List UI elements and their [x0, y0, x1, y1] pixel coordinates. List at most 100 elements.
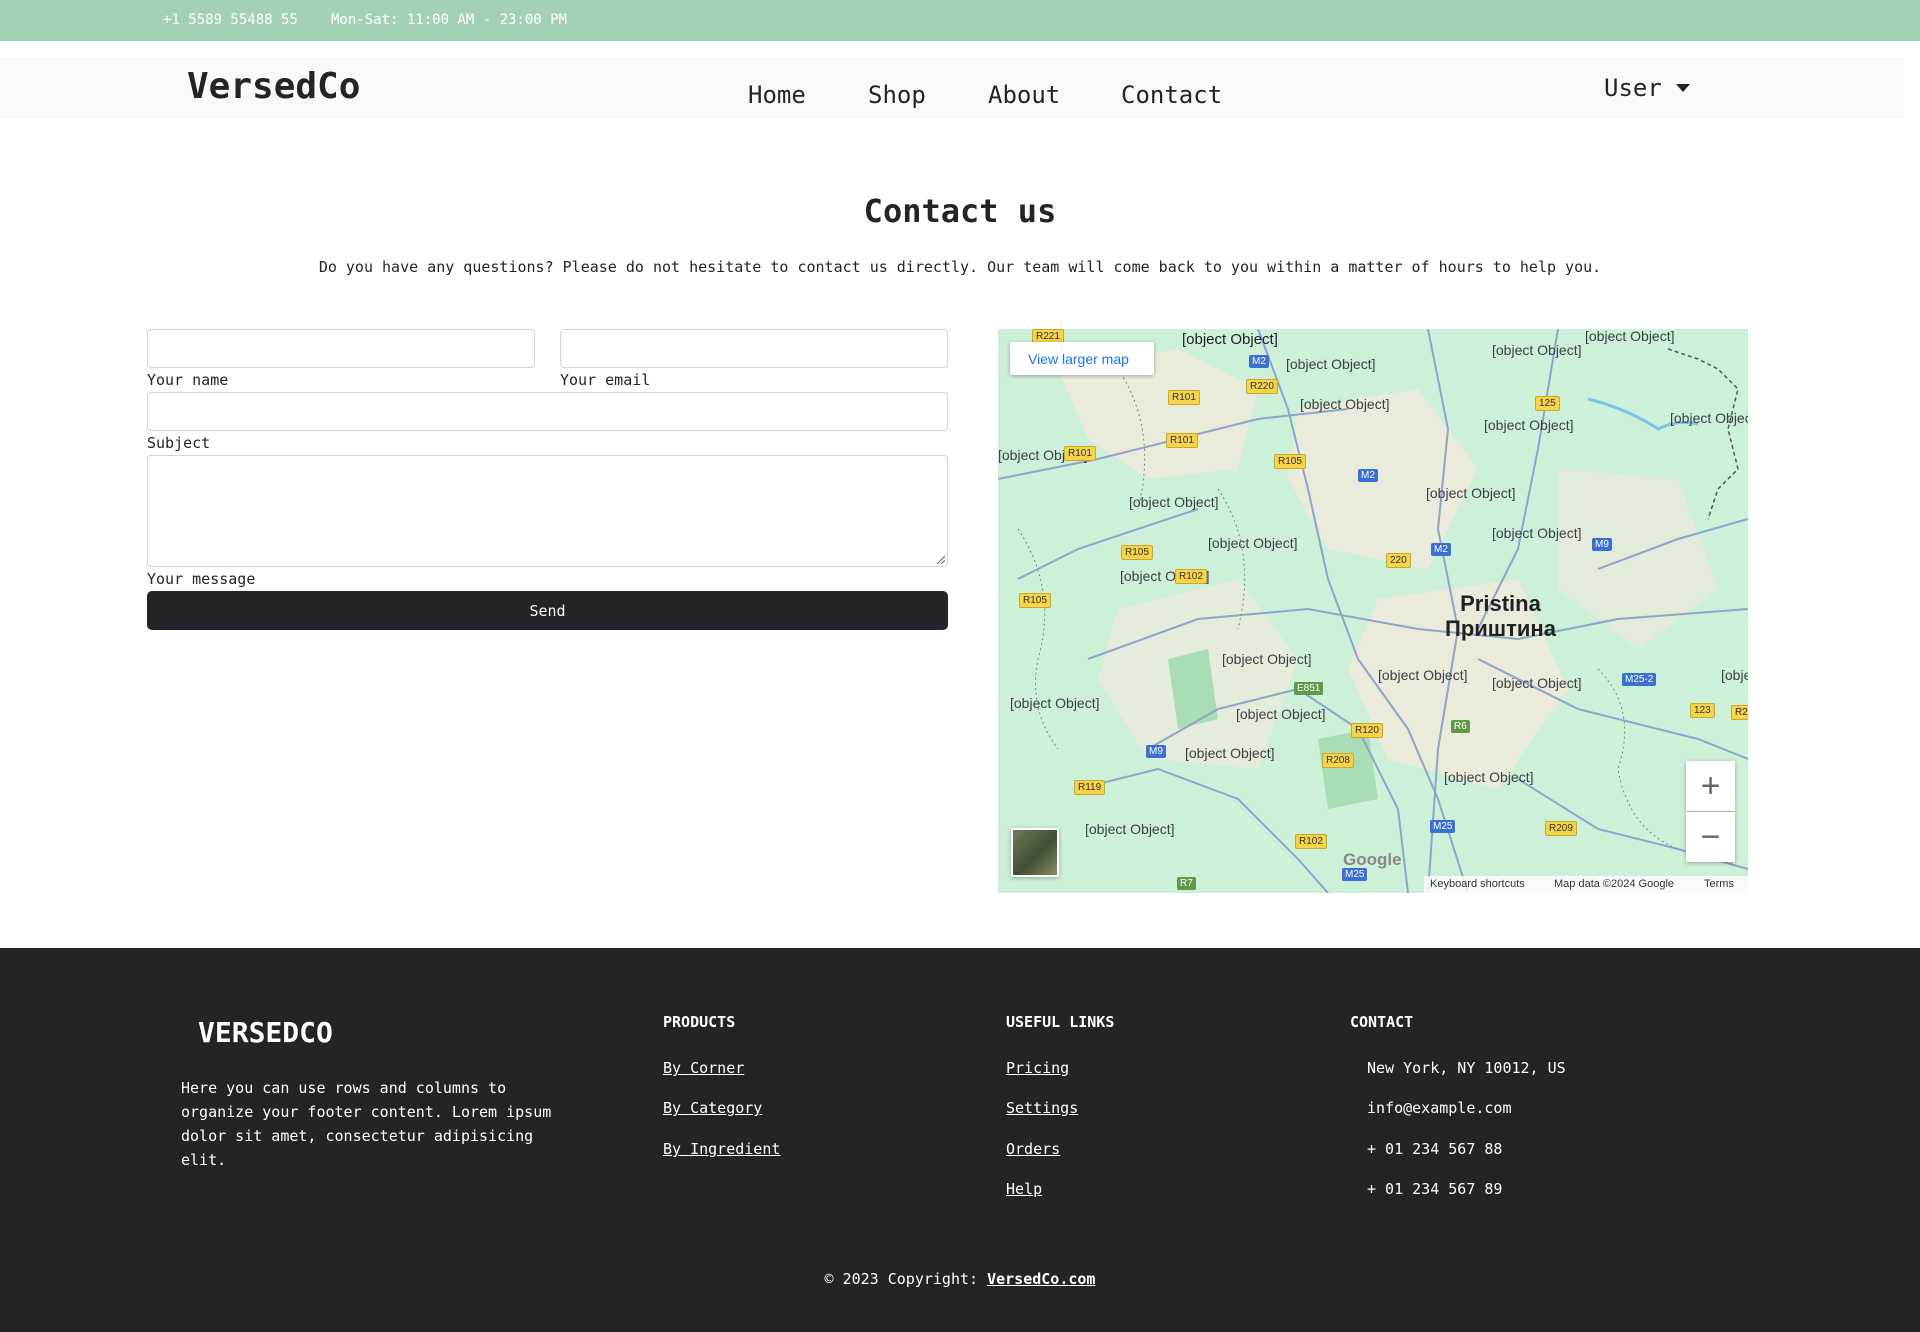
footer-link-orders[interactable]: Orders: [1006, 1140, 1060, 1158]
footer-link-help[interactable]: Help: [1006, 1180, 1042, 1198]
road-shield: R101: [1168, 390, 1200, 405]
embedded-map[interactable]: [object Object] [object Object] [object …: [998, 329, 1748, 893]
footer-description: Here you can use rows and columns to org…: [181, 1079, 552, 1169]
map-place: [object Object]: [1426, 485, 1516, 501]
footer-link-by-corner[interactable]: By Corner: [663, 1059, 744, 1077]
road-shield: R6: [1451, 720, 1470, 733]
map-place: [object Object]: [1010, 695, 1100, 711]
map-place: [object Object]: [1182, 331, 1278, 348]
brand-logo[interactable]: VersedCo: [187, 66, 360, 107]
subject-input[interactable]: [147, 392, 948, 431]
road-shield: R102: [1295, 834, 1327, 849]
page-title: Contact us: [863, 192, 1057, 230]
copyright: © 2023 Copyright: VersedCo.com: [0, 1270, 1920, 1288]
name-input[interactable]: [147, 329, 535, 368]
road-shield: R105: [1121, 545, 1153, 560]
road-shield: R120: [1351, 723, 1383, 738]
contact-phone: + 01 234 567 88: [1367, 1140, 1503, 1158]
contact-address: New York, NY 10012, US: [1367, 1059, 1566, 1077]
name-label: Your name: [147, 371, 229, 389]
road-shield: R7: [1177, 877, 1196, 890]
view-larger-map-link[interactable]: View larger map: [1010, 342, 1154, 375]
road-shield: R208: [1322, 753, 1354, 768]
map-place: [object Object]: [1670, 410, 1748, 426]
footer-link-by-category[interactable]: By Category: [663, 1099, 762, 1117]
opening-hours: Mon-Sat: 11:00 AM - 23:00 PM: [331, 12, 568, 28]
road-shield: R101: [1064, 446, 1096, 461]
road-shield: R105: [1019, 593, 1051, 608]
map-place: [object Object]: [1300, 396, 1390, 412]
road-shield: E851: [1294, 682, 1324, 695]
user-dropdown[interactable]: User: [1604, 74, 1690, 102]
road-shield: R102: [1175, 569, 1207, 584]
zoom-out-button[interactable]: −: [1686, 812, 1735, 862]
satellite-toggle[interactable]: [1011, 828, 1059, 877]
subject-label: Subject: [147, 434, 211, 452]
map-place: [object Object]: [1492, 342, 1582, 358]
road-shield: M9: [1146, 745, 1166, 758]
map-place: [object Object]: [1444, 769, 1534, 785]
road-shield: R105: [1274, 454, 1306, 469]
message-textarea[interactable]: [147, 455, 948, 567]
road-shield: 125: [1535, 396, 1560, 411]
phone-number: +1 5589 55488 55: [163, 12, 298, 28]
keyboard-shortcuts-link[interactable]: Keyboard shortcuts: [1430, 878, 1525, 890]
map-place: [object Object]: [1236, 706, 1326, 722]
useful-links-heading: USEFUL LINKS: [1006, 1013, 1115, 1031]
map-place: [object Object]: [1286, 356, 1376, 372]
road-shield: M25: [1430, 820, 1456, 833]
nav-about[interactable]: About: [988, 81, 1060, 109]
nav-shop[interactable]: Shop: [868, 81, 926, 109]
road-shield: M2: [1249, 355, 1269, 368]
contact-email: info@example.com: [1367, 1099, 1512, 1117]
map-roads: [998, 329, 1748, 893]
footer-link-settings[interactable]: Settings: [1006, 1099, 1078, 1117]
road-shield: M25-2: [1622, 673, 1657, 686]
map-place: [object Object]: [1492, 675, 1582, 691]
footer: VERSEDCO Here you can use rows and colum…: [0, 948, 1920, 1332]
copyright-text: © 2023 Copyright:: [824, 1270, 988, 1288]
caret-down-icon: [1675, 84, 1690, 92]
map-place: [object Object]: [1085, 821, 1175, 837]
copyright-link[interactable]: VersedCo.com: [987, 1270, 1095, 1288]
user-dropdown-label: User: [1604, 74, 1662, 102]
navbar: VersedCo Home Shop About Contact User: [0, 57, 1904, 119]
map-place: [object Object]: [1129, 494, 1219, 510]
message-label: Your message: [147, 570, 256, 588]
resize-handle-icon[interactable]: [935, 554, 945, 564]
contact-phone: + 01 234 567 89: [1367, 1180, 1503, 1198]
map-place: [object Object]: [1378, 667, 1468, 683]
email-label: Your email: [560, 371, 651, 389]
road-shield: 123: [1690, 703, 1715, 718]
road-shield: R2: [1731, 705, 1748, 720]
map-place: [object Object]: [1484, 417, 1574, 433]
map-data-text: Map data ©2024 Google: [1554, 878, 1675, 890]
map-place: [object Object]: [1721, 667, 1748, 683]
road-shield: 220: [1386, 553, 1411, 568]
footer-link-pricing[interactable]: Pricing: [1006, 1059, 1069, 1077]
nav-contact[interactable]: Contact: [1121, 81, 1222, 109]
contact-heading: CONTACT: [1350, 1013, 1414, 1031]
send-button[interactable]: Send: [147, 591, 948, 630]
map-attribution-bar: Keyboard shortcuts Map data ©2024 Google…: [1424, 876, 1748, 893]
email-input[interactable]: [560, 329, 948, 368]
terms-link[interactable]: Terms: [1704, 878, 1734, 890]
nav-home[interactable]: Home: [748, 81, 806, 109]
map-place: [object Object]: [1585, 329, 1675, 344]
road-shield: R101: [1166, 433, 1198, 448]
road-shield: R220: [1246, 379, 1278, 394]
google-logo: Google: [1343, 850, 1402, 869]
contact-lead-text: Do you have any questions? Please do not…: [318, 258, 1602, 276]
top-info-bar: +1 5589 55488 55 Mon-Sat: 11:00 AM - 23:…: [0, 0, 1920, 41]
footer-brand: VERSEDCO: [198, 1016, 333, 1049]
map-place: [object Object]: [1185, 745, 1275, 761]
products-heading: PRODUCTS: [663, 1013, 736, 1031]
road-shield: R209: [1545, 821, 1577, 836]
map-place: [object Object]: [1208, 535, 1298, 551]
road-shield: M2: [1358, 469, 1378, 482]
road-shield: R119: [1074, 780, 1106, 795]
road-shield: M2: [1431, 543, 1451, 556]
zoom-in-button[interactable]: +: [1686, 761, 1735, 811]
road-shield: M9: [1592, 538, 1612, 551]
footer-link-by-ingredient[interactable]: By Ingredient: [663, 1140, 780, 1158]
